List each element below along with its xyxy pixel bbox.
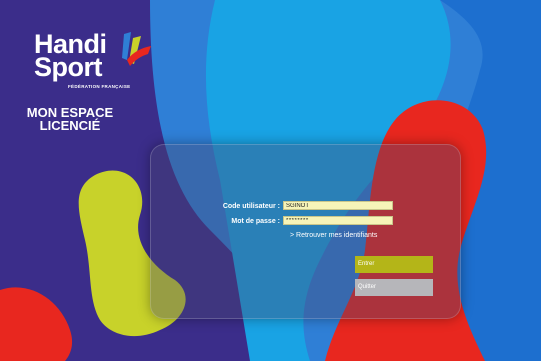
password-input[interactable] <box>283 216 393 225</box>
enter-button[interactable]: Entrer <box>355 256 433 273</box>
password-label: Mot de passe : <box>231 218 280 225</box>
quit-button[interactable]: Quitter <box>355 279 433 296</box>
logo-text-sport: Sport <box>34 52 103 82</box>
username-label: Code utilisateur : <box>222 203 280 210</box>
username-input[interactable] <box>283 201 393 210</box>
forgot-credentials-link[interactable]: > Retrouver mes identifiants <box>290 232 377 239</box>
logo-mark-icon <box>122 32 151 66</box>
logo-federation-text: FÉDÉRATION FRANÇAISE <box>68 84 131 89</box>
login-screen: Handi Sport FÉDÉRATION FRANÇAISE MON ESP… <box>0 0 541 361</box>
space-title-line2: LICENCIÉ <box>39 118 101 133</box>
